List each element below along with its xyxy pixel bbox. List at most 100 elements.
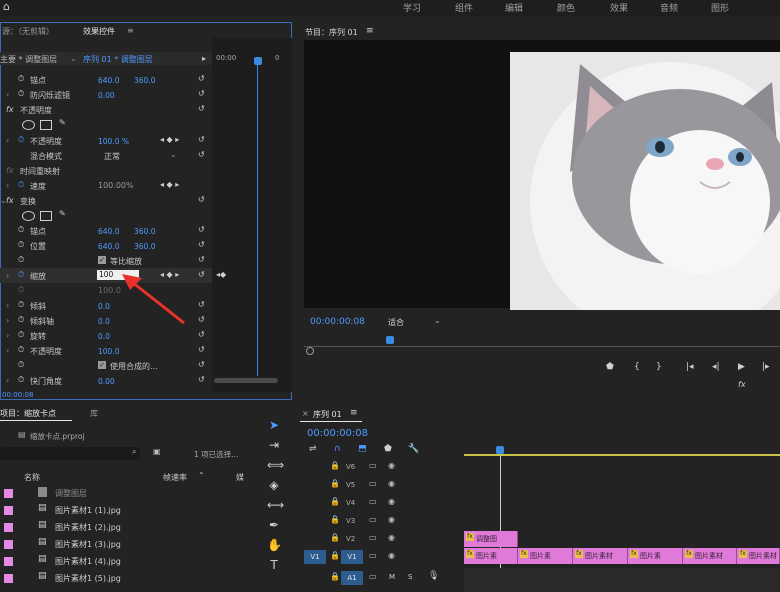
track-label[interactable]: V1 (341, 550, 363, 564)
list-item[interactable]: ▤ 图片素材1 (5).jpg (0, 570, 250, 587)
search-input[interactable] (0, 447, 140, 460)
pen-mask-icon[interactable]: ✎ (59, 118, 66, 127)
reset-icon[interactable]: ↺ (198, 345, 205, 354)
menu-item-audio[interactable]: 音频 (660, 1, 678, 14)
list-item[interactable]: ▤ 图片素材1 (1).jpg (0, 502, 250, 519)
linked-selection-icon[interactable]: ⬒ (358, 444, 367, 454)
property-value-x[interactable]: 640.0 (98, 242, 119, 251)
work-area-bar[interactable] (464, 454, 780, 456)
image-clip[interactable]: fx 图片素 (464, 548, 518, 564)
property-value[interactable]: 0.00 (98, 91, 115, 100)
property-value-y[interactable]: 360.0 (134, 227, 155, 236)
property-value-x[interactable]: 640.0 (98, 76, 119, 85)
keyframe-nav-icon[interactable]: ◂ ◆ ▸ (160, 180, 179, 189)
timeline-title[interactable]: 序列 01 (313, 409, 342, 420)
menu-item-editing[interactable]: 编辑 (505, 1, 523, 14)
list-item[interactable]: ▤ 图片素材1 (4).jpg (0, 553, 250, 570)
composite-checkbox[interactable]: ✓ (98, 361, 106, 369)
reset-icon[interactable]: ↺ (198, 150, 205, 159)
timeline-menu-icon[interactable]: ≡ (350, 408, 358, 418)
property-value-y[interactable]: 360.0 (134, 76, 155, 85)
keyframe-diamond-icon[interactable]: ◂◆ (216, 270, 226, 279)
column-header-name[interactable]: 名称 (24, 472, 40, 483)
column-header-rate[interactable]: 帧速率 (163, 472, 187, 483)
toggle-sync-icon[interactable]: ▭ (369, 551, 377, 560)
snap-icon[interactable]: ∩ (334, 444, 341, 454)
toggle-sync-icon[interactable]: ▭ (369, 479, 377, 488)
nest-icon[interactable]: ⇌ (309, 444, 317, 454)
program-monitor-title[interactable]: 节目：序列 01 (305, 27, 358, 38)
new-bin-icon[interactable]: ▣ (153, 447, 161, 456)
reset-icon[interactable]: ↺ (198, 225, 205, 234)
section-label[interactable]: 不透明度 (20, 105, 52, 116)
stopwatch-icon[interactable]: ⏱ (18, 89, 24, 99)
menu-item-color[interactable]: 颜色 (557, 1, 575, 14)
razor-tool-icon[interactable]: ◈ (267, 478, 281, 492)
image-clip[interactable]: fx 图片素材 (683, 548, 737, 564)
mute-button[interactable]: M (389, 573, 395, 581)
marker-icon[interactable]: ⬟ (606, 362, 614, 372)
ellipse-mask-icon[interactable] (22, 120, 35, 130)
expand-chevron-icon[interactable]: › (6, 331, 9, 340)
program-menu-icon[interactable]: ≡ (366, 26, 374, 36)
expand-chevron-icon[interactable]: › (6, 376, 9, 385)
expand-chevron-icon[interactable]: › (6, 181, 9, 190)
timeline-close-icon[interactable]: × (302, 409, 309, 418)
program-scroll-handle[interactable] (306, 347, 314, 355)
blend-mode-select[interactable]: 正常 (104, 151, 120, 162)
stopwatch-icon[interactable]: ⏱ (18, 225, 24, 235)
reset-icon[interactable]: ↺ (198, 300, 205, 309)
list-item[interactable]: ▤ 图片素材1 (2).jpg (0, 519, 250, 536)
image-clip[interactable]: fx 图片素材 (573, 548, 628, 564)
property-value[interactable]: 100.00% (98, 181, 134, 190)
reset-icon[interactable]: ↺ (198, 330, 205, 339)
program-time-ruler[interactable] (304, 336, 780, 350)
uniform-scale-checkbox[interactable]: ✓ (98, 256, 106, 264)
chevron-down-icon[interactable]: ⌄ (434, 316, 441, 325)
reset-icon[interactable]: ↺ (198, 135, 205, 144)
search-icon[interactable]: ⌕ (132, 447, 136, 457)
stopwatch-icon[interactable]: ⏱ (18, 300, 24, 310)
lock-icon[interactable]: 🔒 (330, 572, 340, 581)
property-value[interactable]: 0.00 (98, 377, 115, 386)
rectangle-mask-icon[interactable] (40, 211, 52, 221)
eye-icon[interactable]: ◉ (388, 533, 395, 542)
play-icon[interactable]: ▶ (738, 362, 745, 372)
timeline-ruler[interactable] (464, 446, 780, 458)
property-value[interactable]: 0.0 (98, 332, 110, 341)
eye-icon[interactable]: ◉ (388, 515, 395, 524)
stopwatch-icon[interactable]: ⏱ (18, 270, 24, 280)
lock-icon[interactable]: 🔒 (330, 515, 340, 524)
expand-chevron-icon[interactable]: › (6, 90, 9, 99)
chevron-down-icon[interactable]: ⌄ (70, 54, 77, 63)
track-select-tool-icon[interactable]: ⇥ (267, 438, 281, 452)
menu-item-effects[interactable]: 效果 (610, 1, 628, 14)
stopwatch-icon[interactable]: ⏱ (18, 74, 24, 84)
reset-icon[interactable]: ↺ (198, 104, 205, 113)
ec-scrollbar[interactable] (214, 378, 278, 383)
toggle-sync-icon[interactable]: ▭ (369, 497, 377, 506)
property-value-y[interactable]: 360.0 (134, 242, 155, 251)
toggle-sync-icon[interactable]: ▭ (369, 515, 377, 524)
reset-icon[interactable]: ↺ (198, 360, 205, 369)
menu-item-assembly[interactable]: 组件 (455, 1, 473, 14)
home-icon[interactable]: ⌂ (3, 0, 10, 13)
microphone-icon[interactable]: 🎙 (428, 571, 439, 581)
tab-effect-controls[interactable]: 效果控件 (83, 26, 115, 37)
expand-chevron-icon[interactable]: › (6, 136, 9, 145)
step-forward-icon[interactable]: |▸ (762, 362, 770, 372)
selection-tool-icon[interactable]: ➤ (267, 418, 281, 432)
tab-library[interactable]: 库 (90, 408, 98, 419)
hand-tool-icon[interactable]: ✋ (267, 538, 282, 552)
step-back-icon[interactable]: ◂| (712, 362, 720, 372)
menu-item-graphics[interactable]: 图形 (711, 1, 729, 14)
stopwatch-icon[interactable]: ⏱ (18, 315, 24, 325)
track-label[interactable]: V6 (346, 463, 355, 471)
tab-source[interactable]: 源：（无剪辑） (2, 26, 54, 37)
property-value-x[interactable]: 640.0 (98, 227, 119, 236)
pen-tool-icon[interactable]: ✒ (267, 518, 281, 532)
eye-icon[interactable]: ◉ (388, 497, 395, 506)
image-clip[interactable]: fx 图片素材 (737, 548, 780, 564)
section-label[interactable]: 变换 (20, 196, 36, 207)
program-timecode[interactable]: 00:00:00:08 (310, 317, 365, 327)
